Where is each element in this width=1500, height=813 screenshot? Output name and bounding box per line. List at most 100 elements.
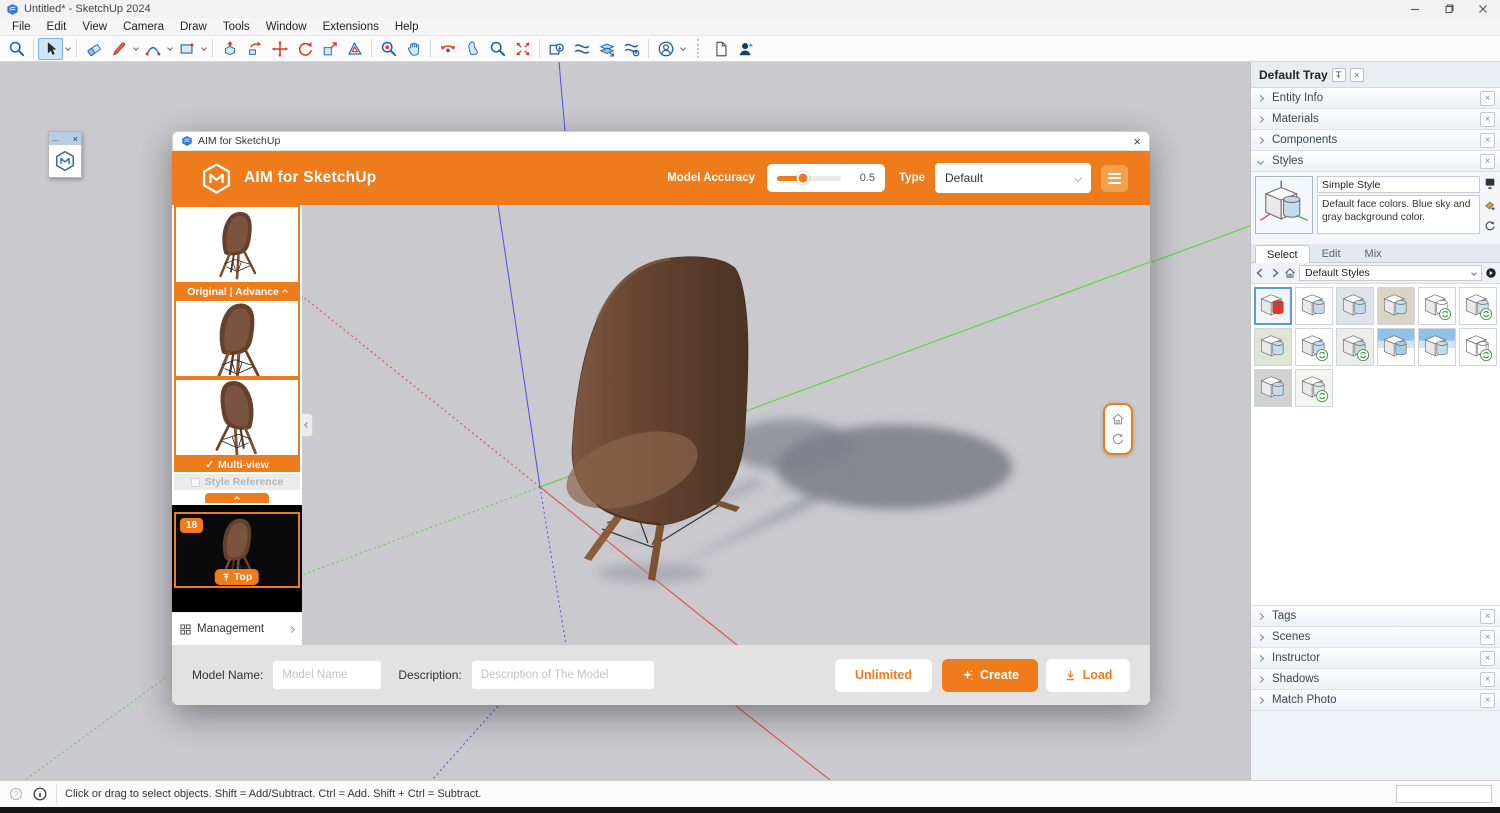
sidebar-collapse-tab[interactable]	[302, 413, 313, 437]
rectangle-tool-dropdown[interactable]	[199, 38, 208, 60]
close-section-icon[interactable]	[1480, 112, 1495, 127]
select-tool-icon[interactable]	[38, 38, 63, 60]
menu-view[interactable]: View	[74, 18, 115, 35]
style-reference-toggle[interactable]: Style Reference	[174, 474, 300, 490]
description-input[interactable]	[471, 660, 655, 690]
geolocation-icon[interactable]: ?	[8, 786, 24, 802]
palette-close-icon[interactable]	[73, 134, 78, 144]
slider-track[interactable]	[777, 176, 841, 181]
back-icon[interactable]	[1254, 267, 1266, 279]
offset-tool-icon[interactable]	[342, 38, 367, 60]
dialog-close-button[interactable]: ×	[1133, 135, 1141, 148]
menu-hamburger-button[interactable]	[1101, 165, 1128, 192]
reference-image-thumbnail[interactable]	[174, 378, 300, 457]
look-around-tool-icon[interactable]	[435, 38, 460, 60]
measurements-input[interactable]	[1396, 785, 1492, 803]
new-file-button-icon[interactable]	[708, 38, 733, 60]
pan-tool-icon[interactable]	[401, 38, 426, 60]
home-icon[interactable]	[1284, 267, 1296, 279]
zoom-extents-tool-icon[interactable]	[510, 38, 535, 60]
minimize-button[interactable]	[1398, 0, 1432, 18]
menu-help[interactable]: Help	[387, 18, 427, 35]
line-tool-dropdown[interactable]	[131, 38, 140, 60]
close-window-button[interactable]	[1466, 0, 1500, 18]
section-shadows[interactable]: Shadows	[1251, 669, 1500, 690]
close-section-icon[interactable]	[1480, 91, 1495, 106]
close-section-icon[interactable]	[1480, 672, 1495, 687]
reference-image-thumbnail[interactable]	[174, 299, 300, 378]
rotate-tool-icon[interactable]	[292, 38, 317, 60]
close-section-icon[interactable]	[1480, 133, 1495, 148]
close-tray-button[interactable]	[1350, 68, 1364, 82]
arc-tool-icon[interactable]	[140, 38, 165, 60]
section-match-photo[interactable]: Match Photo	[1251, 690, 1500, 711]
style-thumbnail-blue-sky-selected[interactable]	[1377, 328, 1415, 366]
arc-tool-dropdown[interactable]	[165, 38, 174, 60]
original-advance-toggle[interactable]: Original | Advance	[174, 284, 300, 299]
maximize-button[interactable]	[1432, 0, 1466, 18]
rectangle-tool-icon[interactable]	[174, 38, 199, 60]
close-section-icon[interactable]	[1480, 630, 1495, 645]
account-menu-icon[interactable]	[653, 38, 678, 60]
reference-image-thumbnail[interactable]	[174, 205, 300, 284]
dialog-3d-viewport[interactable]	[302, 205, 1150, 645]
refresh-view-icon[interactable]	[1111, 432, 1125, 446]
warehouse-person-button-icon[interactable]	[733, 38, 758, 60]
section-instructor[interactable]: Instructor	[1251, 648, 1500, 669]
walk-tool-icon[interactable]	[460, 38, 485, 60]
style-thumbnail-default-style[interactable]	[1295, 287, 1333, 325]
section-styles[interactable]: Styles	[1251, 151, 1500, 172]
extension-curves-tool-icon[interactable]	[569, 38, 594, 60]
top-view-button[interactable]: Top	[215, 569, 259, 585]
style-collection-dropdown[interactable]: Default Styles	[1299, 265, 1482, 281]
extension-layers-tool-icon[interactable]	[594, 38, 619, 60]
pin-tray-button[interactable]	[1332, 68, 1346, 82]
style-thumbnail-plain-update[interactable]	[1295, 328, 1333, 366]
multi-view-toggle[interactable]: ✓Multi-view	[174, 457, 300, 472]
menu-draw[interactable]: Draw	[172, 18, 215, 35]
move-tool-icon[interactable]	[267, 38, 292, 60]
slider-knob[interactable]	[796, 172, 809, 185]
extension-magnify-tool-icon[interactable]	[544, 38, 569, 60]
close-section-icon[interactable]	[1480, 154, 1495, 169]
style-thumbnail-gray-background[interactable]	[1336, 287, 1374, 325]
secondary-pane-icon[interactable]	[1484, 177, 1496, 189]
menu-window[interactable]: Window	[258, 18, 315, 35]
extension-curves-gear-tool-icon[interactable]	[619, 38, 644, 60]
style-thumbnail-gray-update[interactable]	[1336, 328, 1374, 366]
push-pull-tool-icon[interactable]	[217, 38, 242, 60]
generated-model-thumbnail[interactable]: 18 Top	[174, 512, 300, 588]
section-entity-info[interactable]: Entity Info	[1251, 88, 1500, 109]
toolbar-grip[interactable]	[697, 39, 702, 58]
home-view-icon[interactable]	[1111, 412, 1125, 426]
credits-info-icon[interactable]	[32, 786, 48, 802]
style-thumbnail-white-update[interactable]	[1459, 287, 1497, 325]
section-scenes[interactable]: Scenes	[1251, 627, 1500, 648]
type-dropdown[interactable]: Default	[935, 163, 1091, 193]
style-name-input[interactable]: Simple Style	[1317, 176, 1480, 193]
load-button[interactable]: Load	[1046, 659, 1130, 692]
style-thumbnail-translucent[interactable]	[1295, 369, 1333, 407]
style-thumbnail-colored-red-cylinder[interactable]	[1254, 287, 1292, 325]
create-button[interactable]: Create	[942, 659, 1038, 692]
menu-extensions[interactable]: Extensions	[315, 18, 387, 35]
close-section-icon[interactable]	[1480, 651, 1495, 666]
menu-edit[interactable]: Edit	[39, 18, 75, 35]
style-thumbnail-dark-gray-background[interactable]	[1254, 369, 1292, 407]
tab-select[interactable]: Select	[1255, 245, 1310, 263]
menu-camera[interactable]: Camera	[115, 18, 172, 35]
menu-file[interactable]: File	[4, 18, 39, 35]
section-tags[interactable]: Tags	[1251, 606, 1500, 627]
aim-toolbar-palette[interactable]: ...	[48, 131, 82, 178]
account-menu-dropdown[interactable]	[678, 38, 687, 60]
scale-tool-icon[interactable]	[317, 38, 342, 60]
details-flyout-icon[interactable]	[1485, 267, 1497, 279]
update-style-icon[interactable]	[1484, 220, 1496, 232]
section-components[interactable]: Components	[1251, 130, 1500, 151]
orbit-tool-icon[interactable]	[376, 38, 401, 60]
model-name-input[interactable]	[272, 660, 382, 690]
zoom-tool-icon[interactable]	[4, 38, 29, 60]
collapse-panel-button[interactable]	[205, 493, 269, 503]
forward-icon[interactable]	[1269, 267, 1281, 279]
line-tool-icon[interactable]	[106, 38, 131, 60]
